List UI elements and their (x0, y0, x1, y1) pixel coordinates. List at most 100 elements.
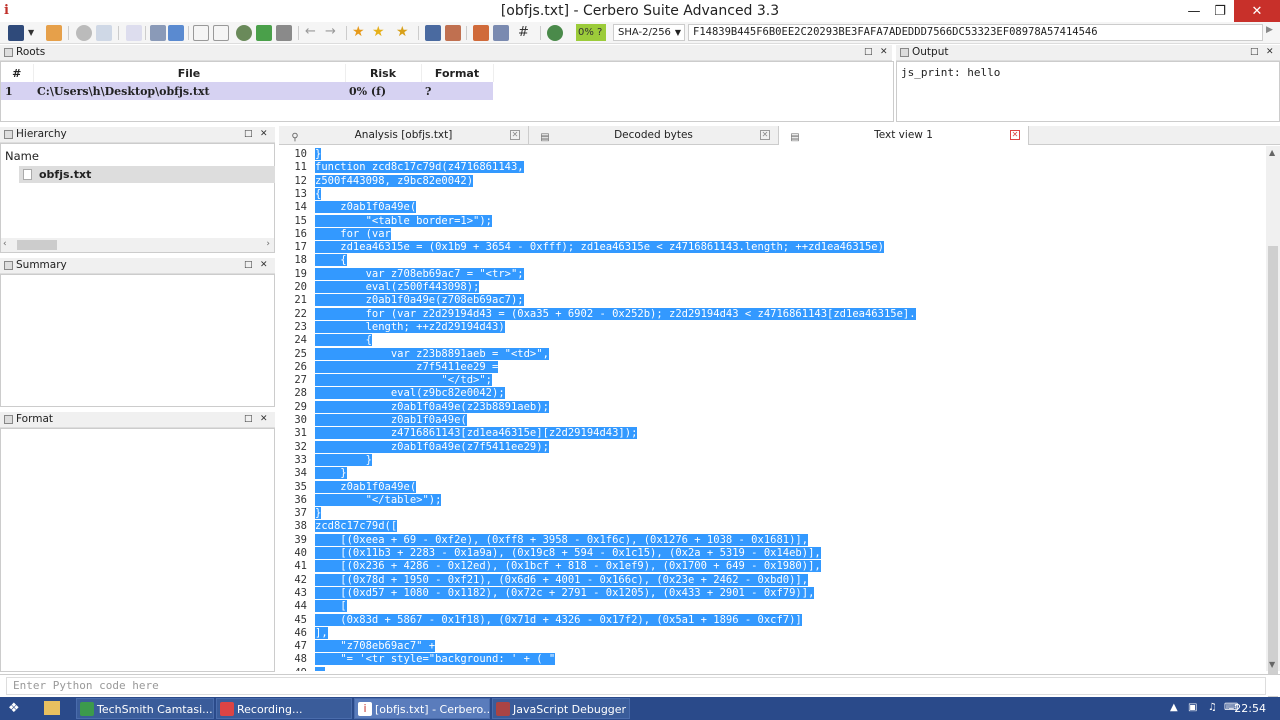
tools-icon[interactable] (276, 25, 292, 41)
code-line[interactable]: } (315, 148, 322, 160)
column-header-risk[interactable]: Risk (345, 64, 422, 82)
code-line[interactable]: z7f5411ee29 = (315, 360, 499, 373)
code-line[interactable]: var z708eb69ac7 = "<tr>"; (315, 267, 524, 280)
code-line[interactable]: length; ++z2d29194d43) (315, 320, 505, 333)
code-line[interactable]: [ (315, 600, 347, 613)
close-icon[interactable]: ✕ (260, 412, 268, 427)
list-icon[interactable] (493, 25, 509, 41)
chevron-up-icon[interactable]: ▲ (1170, 702, 1182, 714)
close-icon[interactable]: ✕ (880, 45, 888, 60)
taskbar-item-recording[interactable]: Recording... (216, 698, 352, 719)
code-line[interactable]: z0ab1f0a49e(z7f5411ee29); (315, 440, 549, 453)
column-header-num[interactable]: # (1, 64, 34, 82)
code-line[interactable]: [(0x236 + 4286 - 0x12ed), (0x1bcf + 818 … (315, 560, 821, 573)
close-button[interactable]: ✕ (1234, 0, 1280, 22)
copy-icon[interactable] (126, 25, 142, 41)
frame-icon[interactable] (213, 25, 229, 41)
code-line[interactable]: ], (315, 626, 328, 639)
code-line[interactable]: [(0xeea + 69 - 0xf2e), (0xff8 + 3958 - 0… (315, 533, 809, 546)
code-line[interactable]: for (var (315, 227, 391, 240)
code-line[interactable]: "</td>"; (315, 374, 493, 387)
restore-button[interactable]: ❐ (1202, 0, 1238, 22)
hash-icon[interactable]: # (518, 25, 534, 41)
text-editor[interactable]: 10} 11 function zcd8c17c79d(z4716861143, 12… (279, 146, 1266, 671)
column-header-file[interactable]: File (33, 64, 346, 82)
python-input[interactable]: Enter Python code here (6, 677, 1266, 695)
edit-icon[interactable] (445, 25, 461, 41)
save-dropdown-icon[interactable]: ▼ (28, 25, 38, 41)
volume-icon[interactable]: ♫ (1208, 702, 1220, 714)
back-arrow-icon[interactable]: ← (305, 25, 321, 41)
code-line[interactable]: { (315, 187, 322, 200)
code-line[interactable]: eval(z500f443098); (315, 281, 480, 293)
bookmark-icon[interactable]: ★ (372, 25, 388, 41)
vertical-scrollbar[interactable]: ▲ ▼ (1266, 146, 1280, 716)
code-line[interactable]: } (315, 453, 372, 466)
code-line[interactable]: } (315, 507, 322, 520)
code-line[interactable]: } (315, 467, 347, 480)
code-line[interactable]: [(0x78d + 1950 - 0xf21), (0x6d6 + 4001 -… (315, 573, 809, 586)
code-line[interactable]: [(0xd57 + 1080 - 0x1182), (0x72c + 2791 … (315, 586, 815, 599)
file-explorer-icon[interactable] (44, 701, 60, 715)
name-column-header[interactable]: Name (5, 149, 39, 163)
code-line[interactable]: var z23b8891aeb = "<td>", (315, 347, 549, 360)
code-line[interactable]: eval(z9bc82e0042); (315, 387, 505, 400)
output-panel[interactable]: js_print: hello (896, 61, 1280, 122)
code-line[interactable]: z0ab1f0a49e(z708eb69ac7); (315, 294, 524, 307)
hex-icon[interactable] (473, 25, 489, 41)
close-icon[interactable]: ✕ (1266, 45, 1274, 60)
float-icon[interactable]: □ (244, 412, 253, 427)
code-line[interactable]: "<table border=1>"); (315, 214, 493, 227)
bookmark-add-icon[interactable]: ★ (352, 25, 368, 41)
float-icon[interactable]: □ (864, 45, 873, 60)
hash-value-field[interactable]: F14839B445F6B0EE2C20293BE3FAFA7ADEDDD756… (688, 24, 1263, 41)
tab-text-view[interactable]: ▤ Text view 1 ✕ (779, 126, 1029, 145)
taskbar-item-camtasia[interactable]: TechSmith Camtasi... (76, 698, 214, 719)
chevron-right-icon[interactable]: › (266, 239, 270, 249)
tree-item[interactable]: obfjs.txt (19, 166, 275, 183)
find-icon[interactable] (425, 25, 441, 41)
tab-analysis[interactable]: ⚲ Analysis [obfjs.txt] ✕ (279, 126, 529, 145)
monitor-icon[interactable]: ▣ (1188, 702, 1200, 714)
code-line[interactable]: for (var z2d29194d43 = (0xa35 + 6902 - 0… (315, 307, 916, 320)
float-icon[interactable]: □ (1250, 45, 1259, 60)
zoom-icon[interactable] (236, 25, 252, 41)
bookmarks-icon[interactable]: ★ (396, 25, 412, 41)
code-line[interactable]: (0x83d + 5867 - 0x1f18), (0x71d + 4326 -… (315, 613, 802, 626)
tab-decoded-bytes[interactable]: ▤ Decoded bytes ✕ (529, 126, 779, 145)
close-icon[interactable]: ✕ (1010, 130, 1020, 140)
code-line[interactable]: { (315, 254, 347, 267)
close-icon[interactable]: ✕ (260, 127, 268, 142)
code-line[interactable]: z0ab1f0a49e( (315, 201, 417, 214)
code-line[interactable]: z0ab1f0a49e( (315, 414, 467, 426)
windows-start-icon[interactable]: ❖ (8, 702, 22, 716)
column-header-format[interactable]: Format (421, 64, 494, 82)
close-icon[interactable]: ✕ (260, 258, 268, 273)
hash-algorithm-select[interactable]: SHA-2/256 ▼ (613, 24, 685, 41)
code-line[interactable]: z500f443098, z9bc82e0042) (315, 174, 474, 187)
code-line[interactable]: function zcd8c17c79d(z4716861143, (315, 161, 524, 174)
select-icon[interactable] (193, 25, 209, 41)
code-line[interactable]: { (315, 334, 372, 347)
code-line[interactable]: [(0x11b3 + 2283 - 0x1a9a), (0x19c8 + 594… (315, 547, 821, 559)
code-line[interactable]: z0ab1f0a49e( (315, 480, 417, 493)
code-line[interactable]: zcd8c17c79d([ (315, 520, 398, 533)
scroll-right-icon[interactable]: ▶ (1266, 25, 1276, 39)
settings-icon[interactable] (76, 25, 92, 41)
code-line[interactable]: "z708eb69ac7" + (315, 640, 436, 653)
refresh-icon[interactable] (168, 25, 184, 41)
code-line[interactable]: "= '<tr style="background: ' + ( " (315, 653, 556, 666)
window-icon[interactable] (150, 25, 166, 41)
scrollbar-thumb[interactable] (17, 240, 57, 250)
save-icon[interactable] (8, 25, 24, 41)
scrollbar-thumb[interactable] (1268, 246, 1278, 716)
code-line[interactable]: zd1ea46315e = (0x1b9 + 3654 - 0xfff); zd… (315, 241, 884, 254)
add-icon[interactable] (256, 25, 272, 41)
close-icon[interactable]: ✕ (510, 130, 520, 140)
python-icon[interactable] (547, 25, 563, 41)
close-icon[interactable]: ✕ (760, 130, 770, 140)
code-line[interactable]: z0ab1f0a49e(z23b8891aeb); (315, 400, 549, 413)
code-line[interactable]: z4716861143[zd1ea46315e][z2d29194d43]); (315, 427, 638, 440)
horizontal-scrollbar[interactable]: ‹ › (1, 238, 274, 252)
taskbar-item-cerbero[interactable]: i [obfjs.txt] - Cerbero... (354, 698, 490, 719)
